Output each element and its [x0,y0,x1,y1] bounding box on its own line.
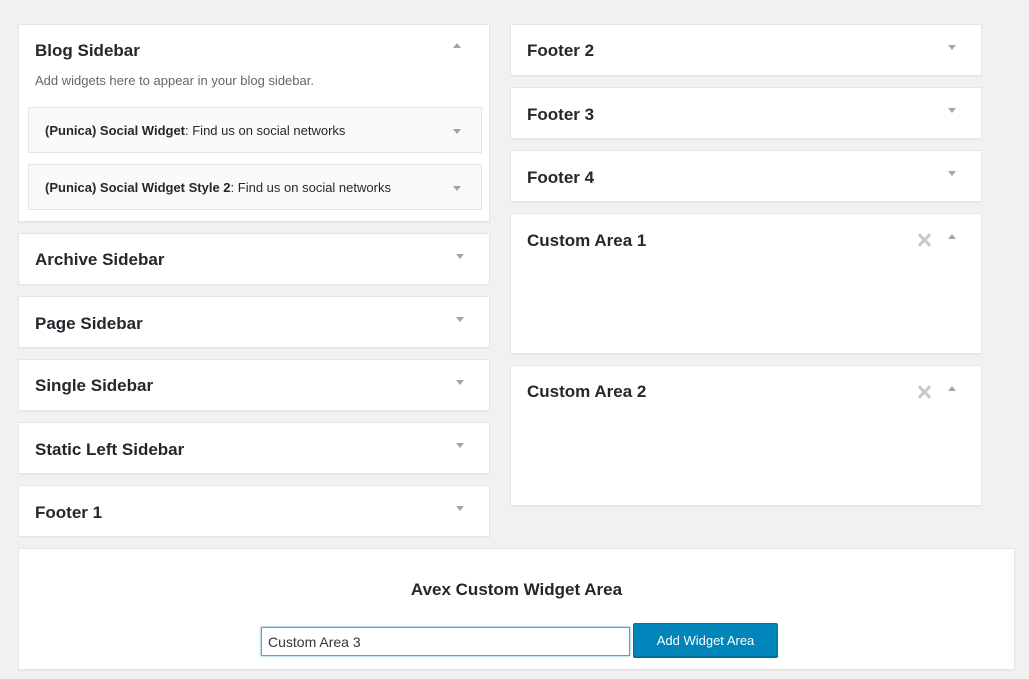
page-sidebar-title: Page Sidebar [35,314,143,333]
widget-social-name: (Punica) Social Widget [45,123,186,138]
widgets-screen: Blog Sidebar Add widgets here to appear … [0,0,1029,679]
custom-area-2-title[interactable]: Custom Area 2 [527,382,646,402]
widget-area-name-input[interactable] [261,627,630,656]
blog-sidebar-title[interactable]: Blog Sidebar [35,41,140,61]
widget-social-style-2-name: (Punica) Social Widget Style 2 [45,180,231,195]
archive-sidebar-title: Archive Sidebar [35,250,165,269]
footer-1-title: Footer 1 [35,503,103,522]
custom-widget-area-title: Avex Custom Widget Area [410,580,623,599]
caret-up-icon[interactable] [948,386,956,391]
single-sidebar-title: Single Sidebar [35,376,154,395]
footer-1-panel[interactable]: Footer 1 [18,485,490,537]
caret-down-icon[interactable] [456,506,464,511]
static-left-sidebar-title: Static Left Sidebar [35,440,185,459]
caret-down-icon[interactable] [948,171,956,176]
widget-social-style-2-text: (Punica) Social Widget Style 2: Find us … [45,180,391,195]
static-left-sidebar-panel[interactable]: Static Left Sidebar [18,422,490,474]
footer-4-panel[interactable]: Footer 4 [510,150,982,202]
caret-down-icon[interactable] [948,45,956,50]
custom-widget-area-form: Avex Custom Widget Area Add Widget Area [18,548,1015,670]
caret-up-icon[interactable] [948,234,956,239]
widget-social-style-2[interactable]: (Punica) Social Widget Style 2: Find us … [28,164,482,210]
single-sidebar-panel[interactable]: Single Sidebar [18,359,490,411]
custom-area-1-panel: Custom Area 1 [510,213,982,354]
widget-social-text: (Punica) Social Widget: Find us on socia… [45,123,345,138]
footer-4-title: Footer 4 [527,168,595,187]
caret-down-icon[interactable] [456,443,464,448]
footer-2-title: Footer 2 [527,41,595,60]
caret-down-icon[interactable] [453,186,461,191]
blog-sidebar-description: Add widgets here to appear in your blog … [35,73,314,88]
caret-up-icon[interactable] [453,43,461,48]
footer-2-panel[interactable]: Footer 2 [510,24,982,76]
close-icon[interactable] [917,233,931,247]
caret-down-icon[interactable] [948,108,956,113]
footer-3-title: Footer 3 [527,105,595,124]
custom-area-2-panel: Custom Area 2 [510,365,982,506]
caret-down-icon[interactable] [456,380,464,385]
archive-sidebar-panel[interactable]: Archive Sidebar [18,233,490,285]
custom-area-1-title[interactable]: Custom Area 1 [527,231,646,251]
widget-social[interactable]: (Punica) Social Widget: Find us on socia… [28,107,482,153]
blog-sidebar-panel: Blog Sidebar Add widgets here to appear … [18,24,490,222]
widget-social-title: : Find us on social networks [185,123,346,138]
caret-down-icon[interactable] [453,129,461,134]
widget-social-style-2-title: : Find us on social networks [230,180,391,195]
footer-3-panel[interactable]: Footer 3 [510,87,982,139]
add-widget-area-button[interactable]: Add Widget Area [633,623,778,657]
caret-down-icon[interactable] [456,317,464,322]
close-icon[interactable] [917,385,931,399]
caret-down-icon[interactable] [456,254,464,259]
page-sidebar-panel[interactable]: Page Sidebar [18,296,490,348]
